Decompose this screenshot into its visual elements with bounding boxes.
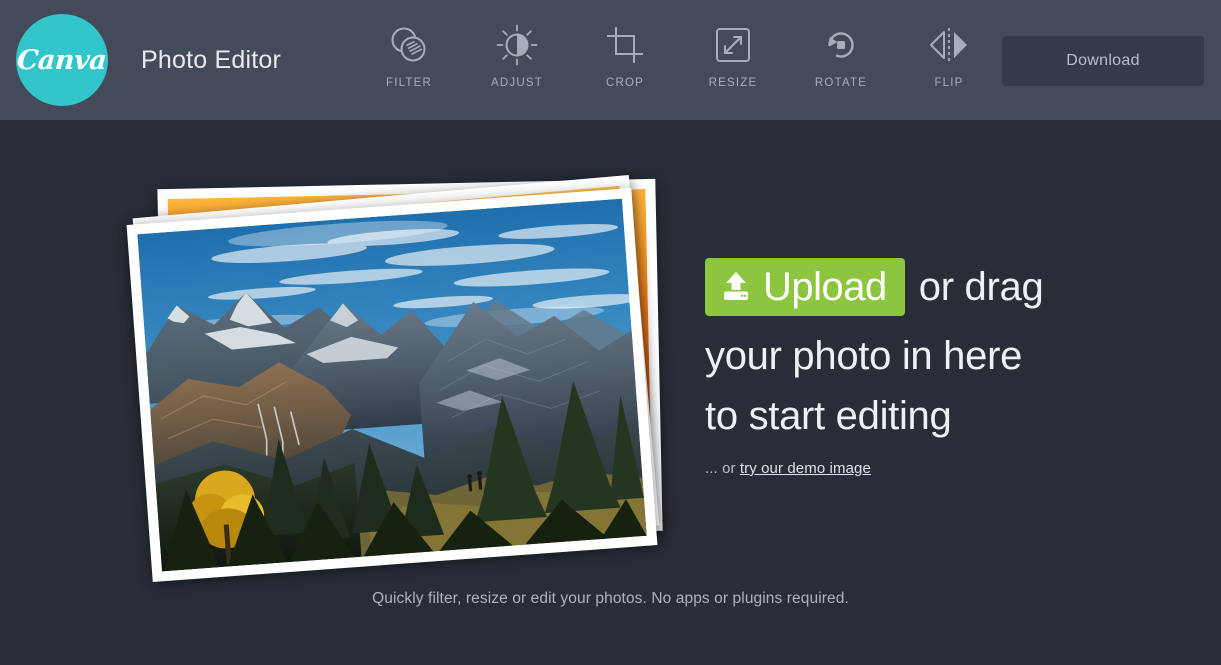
tool-resize[interactable]: RESIZE [679,14,787,106]
cta-line-1: Upload or drag [705,258,1125,316]
tool-flip[interactable]: FLIP [895,14,1003,106]
tool-label: RESIZE [708,77,758,89]
tool-rotate[interactable]: ROTATE [787,14,895,106]
tool-label: CROP [605,77,645,89]
cta-headline-part3: to start editing [705,394,952,438]
cta-headline-part1: or drag [918,265,1044,309]
crop-marks-icon [603,22,647,68]
demo-prefix-label: ... or [705,460,740,477]
canva-logo-icon[interactable]: Canva [16,14,108,106]
rotate-counterclockwise-icon [819,22,863,68]
cta-headline-part2: your photo in here [705,334,1023,378]
app-header: Canva Photo Editor FILTER ADJUST CROP RE… [0,0,1221,120]
resize-diagonal-arrow-icon [711,22,755,68]
filter-circles-icon [387,22,431,68]
tool-label: ROTATE [814,77,868,89]
page-title: Photo Editor [141,45,281,74]
try-demo-image-link[interactable]: try our demo image [740,460,871,477]
tool-label: ADJUST [491,77,543,89]
demo-image-line: ... or try our demo image [705,460,1125,477]
tool-crop[interactable]: CROP [571,14,679,106]
main-content: Upload or drag your photo in here to sta… [0,120,1221,665]
mountain-landscape-photo [137,198,647,572]
brand: Canva Photo Editor [16,14,281,106]
photo-stack [126,172,673,583]
brightness-sun-icon [495,22,539,68]
photo-card-front [126,187,658,583]
download-button[interactable]: Download [1002,36,1204,86]
upload-button[interactable]: Upload [705,258,905,316]
upload-cta: Upload or drag your photo in here to sta… [705,258,1125,477]
footer-note: Quickly filter, resize or edit your phot… [372,590,849,607]
upload-button-label: Upload [763,265,887,309]
canva-logo-label: Canva [16,44,108,76]
tool-label: FILTER [386,77,432,89]
tool-label: FLIP [934,77,964,89]
flip-horizontal-icon [925,22,973,68]
tool-filter[interactable]: FILTER [355,14,463,106]
tool-adjust[interactable]: ADJUST [463,14,571,106]
toolbar: FILTER ADJUST CROP RESIZE ROTATE FLIP [355,14,1003,106]
upload-arrow-icon [719,269,753,306]
